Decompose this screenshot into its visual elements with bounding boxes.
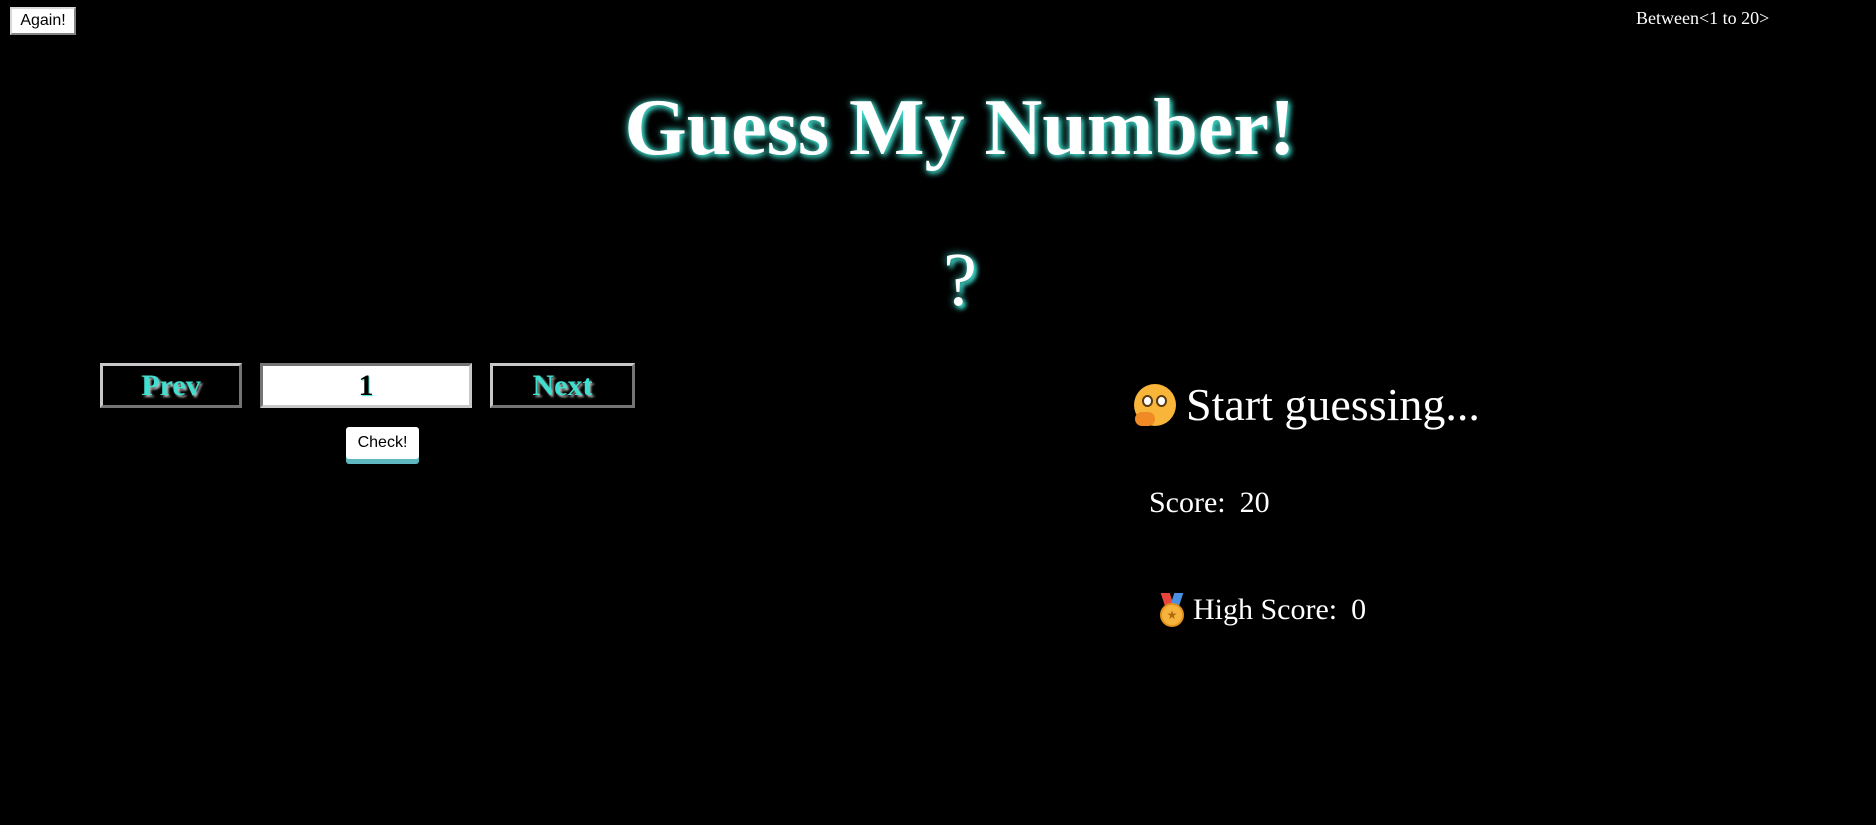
prev-button[interactable]: Prev <box>100 363 242 408</box>
status-message-text: Start guessing... <box>1186 379 1480 430</box>
again-button[interactable]: Again! <box>10 7 76 35</box>
check-button[interactable]: Check! <box>346 427 419 459</box>
highscore-value: 0 <box>1351 593 1367 626</box>
highscore-display: ★ High Score: 0 <box>1157 593 1366 627</box>
highscore-label: High Score: <box>1193 593 1338 626</box>
thinking-face-icon <box>1132 382 1178 428</box>
status-message: Start guessing... <box>1132 378 1480 431</box>
range-hint: Between<1 to 20> <box>1636 8 1770 28</box>
score-display: Score: 20 <box>1149 486 1270 520</box>
guess-input[interactable] <box>260 363 472 408</box>
secret-number: ? <box>943 238 977 322</box>
score-value: 20 <box>1239 486 1270 519</box>
page-title: Guess My Number! <box>624 84 1296 172</box>
medal-icon: ★ <box>1157 593 1187 627</box>
next-button[interactable]: Next <box>490 363 635 408</box>
game-page: Again! Between<1 to 20> Guess My Number!… <box>0 0 1876 825</box>
score-label: Score: <box>1149 486 1226 519</box>
